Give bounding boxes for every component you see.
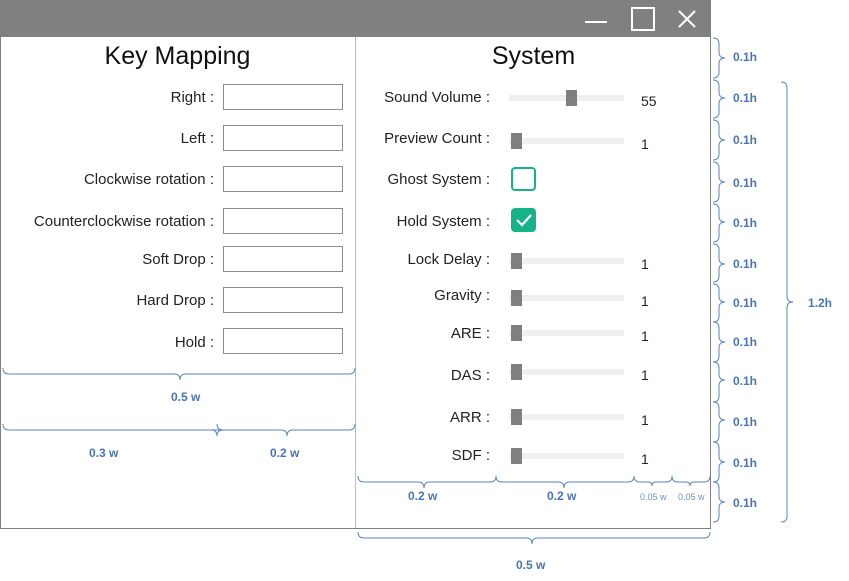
value-column-width: 0.05 w	[640, 492, 667, 502]
value-column-brace	[633, 475, 673, 487]
input-column-width: 0.2 w	[270, 446, 300, 460]
row-height-label: 0.1h	[733, 257, 758, 271]
row-height-label: 0.1h	[733, 296, 758, 310]
row-height-label: 0.1h	[733, 176, 758, 190]
total-height-brace	[780, 81, 794, 523]
sys-slider-column-width: 0.2 w	[547, 489, 577, 503]
row-height-label: 0.1h	[733, 216, 758, 230]
row-height-label: 0.1h	[733, 91, 758, 105]
row-height-label: 0.1h	[733, 496, 758, 510]
spare-column-width: 0.05 w	[678, 492, 705, 502]
row-height-label: 0.1h	[733, 335, 758, 349]
row-height-label: 0.1h	[733, 374, 758, 388]
label-column-width: 0.3 w	[89, 446, 119, 460]
slider-column-brace	[495, 475, 635, 489]
sys-label-column-width: 0.2 w	[408, 489, 438, 503]
row-height-label: 0.1h	[733, 456, 758, 470]
system-half-width-brace	[357, 531, 711, 545]
row-height-label: 0.1h	[733, 415, 758, 429]
half-width-label: 0.5 w	[171, 390, 201, 404]
system-half-width-label: 0.5 w	[516, 558, 546, 572]
total-height-label: 1.2h	[808, 296, 833, 310]
spare-column-brace	[671, 475, 711, 487]
label-column-brace	[357, 475, 497, 489]
half-width-brace	[2, 367, 356, 381]
row-height-label: 0.1h	[733, 50, 758, 64]
column-width-brace	[2, 423, 356, 437]
row-height-label: 0.1h	[733, 133, 758, 147]
